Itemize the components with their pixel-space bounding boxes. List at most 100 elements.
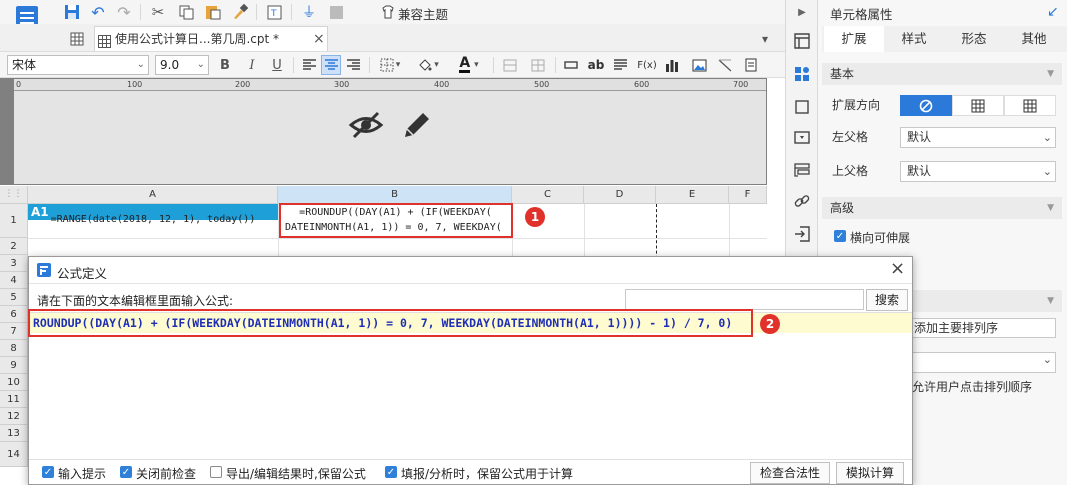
- theme-label[interactable]: 兼容主题: [398, 4, 448, 23]
- row-header[interactable]: 10: [0, 374, 28, 391]
- grid-corner[interactable]: ⋮⋮: [0, 186, 28, 204]
- left-parent-select[interactable]: 默认 ⌄: [900, 127, 1056, 148]
- tab-style[interactable]: 样式: [884, 26, 944, 52]
- row-header[interactable]: 2: [0, 238, 28, 255]
- column-header-c[interactable]: C: [512, 186, 584, 204]
- float-element-icon[interactable]: [791, 96, 813, 118]
- grid-icon[interactable]: [68, 30, 86, 48]
- text-tool-icon[interactable]: ab: [586, 56, 606, 74]
- bold-button[interactable]: B: [216, 56, 234, 74]
- tab-expand[interactable]: 扩展: [824, 26, 884, 52]
- underline-button[interactable]: U: [268, 56, 286, 74]
- undo-icon[interactable]: ↶: [88, 2, 108, 22]
- report-file-icon: [98, 32, 111, 48]
- search-button[interactable]: 搜索: [866, 289, 908, 311]
- template-icon[interactable]: T: [264, 2, 284, 22]
- cell-element-icon[interactable]: [741, 56, 761, 74]
- row-header[interactable]: 4: [0, 272, 28, 289]
- simulate-calc-button[interactable]: 模拟计算: [836, 462, 904, 484]
- sort-select[interactable]: ⌄: [912, 352, 1056, 373]
- copy-icon[interactable]: [176, 2, 196, 22]
- align-right-icon[interactable]: [344, 56, 362, 74]
- font-color-icon[interactable]: A ▾: [452, 55, 486, 75]
- row-header[interactable]: 3: [0, 255, 28, 272]
- row-header[interactable]: 9: [0, 357, 28, 374]
- column-header-e[interactable]: E: [656, 186, 729, 204]
- expand-direction-none[interactable]: [900, 95, 952, 116]
- chart-icon[interactable]: [662, 56, 682, 74]
- file-tab-close-icon[interactable]: ×: [313, 27, 325, 51]
- formula-icon[interactable]: F(x): [634, 56, 660, 74]
- cut-icon[interactable]: ✂: [148, 2, 168, 22]
- dialog-close-icon[interactable]: ×: [890, 258, 905, 279]
- row-header[interactable]: 1: [0, 204, 28, 238]
- add-sort-field[interactable]: 添加主要排列序: [912, 318, 1056, 338]
- check-validity-button[interactable]: 检查合法性: [750, 462, 830, 484]
- keep-formula-export-checkbox[interactable]: [210, 466, 222, 478]
- panel-dock-icon[interactable]: ↙: [1047, 4, 1059, 20]
- hyperlink-icon[interactable]: [791, 190, 813, 212]
- slash-icon[interactable]: [715, 56, 735, 74]
- submit-icon[interactable]: [791, 223, 813, 245]
- column-header-f[interactable]: F: [729, 186, 767, 204]
- section-advanced[interactable]: 高级 ▼: [822, 197, 1062, 219]
- check-before-close-checkbox[interactable]: ✓: [120, 466, 132, 478]
- align-center-icon[interactable]: [321, 55, 341, 75]
- hide-header-icon[interactable]: [348, 110, 384, 140]
- format-painter-icon[interactable]: [230, 2, 250, 22]
- row-header[interactable]: 11: [0, 391, 28, 408]
- row-header[interactable]: 6: [0, 306, 28, 323]
- theme-icon[interactable]: [380, 2, 396, 22]
- expand-direction-label: 扩展方向: [832, 98, 881, 112]
- input-hint-checkbox[interactable]: ✓: [42, 466, 54, 478]
- tab-other[interactable]: 其他: [1004, 26, 1064, 52]
- add-sort-text: 添加主要排列序: [914, 321, 999, 335]
- row-header[interactable]: 13: [0, 425, 28, 442]
- column-header-b[interactable]: B: [278, 186, 512, 204]
- tab-form[interactable]: 形态: [944, 26, 1004, 52]
- picture-icon[interactable]: [689, 56, 709, 74]
- tab-menu-icon[interactable]: ▾: [756, 30, 774, 48]
- column-header-d[interactable]: D: [584, 186, 656, 204]
- italic-button[interactable]: I: [243, 56, 261, 74]
- condition-attr-icon[interactable]: [791, 159, 813, 181]
- align-left-icon[interactable]: [300, 56, 318, 74]
- expand-direction-horizontal[interactable]: [1004, 95, 1056, 116]
- section-collapsed[interactable]: ▼: [912, 290, 1062, 312]
- collapse-arrow-icon[interactable]: ▶: [792, 3, 812, 21]
- expand-direction-vertical[interactable]: [952, 95, 1004, 116]
- column-header-a[interactable]: A: [28, 186, 278, 204]
- insert-row-icon[interactable]: [561, 56, 581, 74]
- merge-cells-icon[interactable]: [500, 56, 520, 74]
- font-name-select[interactable]: 宋体 ⌄: [7, 55, 149, 75]
- function-search-input[interactable]: [625, 289, 864, 310]
- horizontal-expand-checkbox[interactable]: ✓: [834, 230, 846, 242]
- row-header[interactable]: 5: [0, 289, 28, 306]
- dialog-prompt: 请在下面的文本编辑框里面输入公式:: [37, 294, 234, 308]
- ruler-tick: 100: [127, 80, 143, 89]
- redo-icon[interactable]: ↷: [114, 2, 134, 22]
- row-header[interactable]: 7: [0, 323, 28, 340]
- paragraph-icon[interactable]: [611, 56, 629, 74]
- edit-header-icon[interactable]: [401, 109, 433, 141]
- file-tab[interactable]: 使用公式计算日...第几周.cpt * ×: [94, 26, 328, 51]
- paste-icon[interactable]: [203, 2, 223, 22]
- row-header[interactable]: 8: [0, 340, 28, 357]
- cell-attr-icon[interactable]: [791, 30, 813, 52]
- top-parent-select[interactable]: 默认 ⌄: [900, 161, 1056, 182]
- image-icon[interactable]: [326, 2, 346, 22]
- font-size-select[interactable]: 9.0 ⌄: [155, 55, 209, 75]
- row-header[interactable]: 12: [0, 408, 28, 425]
- section-basic[interactable]: 基本 ▼: [822, 63, 1062, 85]
- save-icon[interactable]: [62, 2, 82, 22]
- fill-color-icon[interactable]: ▾: [414, 56, 442, 74]
- keep-formula-fill-checkbox[interactable]: ✓: [385, 466, 397, 478]
- row-header[interactable]: 14: [0, 442, 28, 467]
- plugin-icon[interactable]: ⏚: [299, 2, 319, 22]
- cell-element-panel-icon[interactable]: [791, 63, 813, 85]
- border-icon[interactable]: ▾: [376, 56, 404, 74]
- ruler-tick: 600: [634, 80, 650, 89]
- cell-a1[interactable]: A1 =RANGE(date(2018, 12, 1), today()): [28, 204, 278, 238]
- split-cells-icon[interactable]: [528, 56, 548, 74]
- widget-icon[interactable]: [791, 127, 813, 149]
